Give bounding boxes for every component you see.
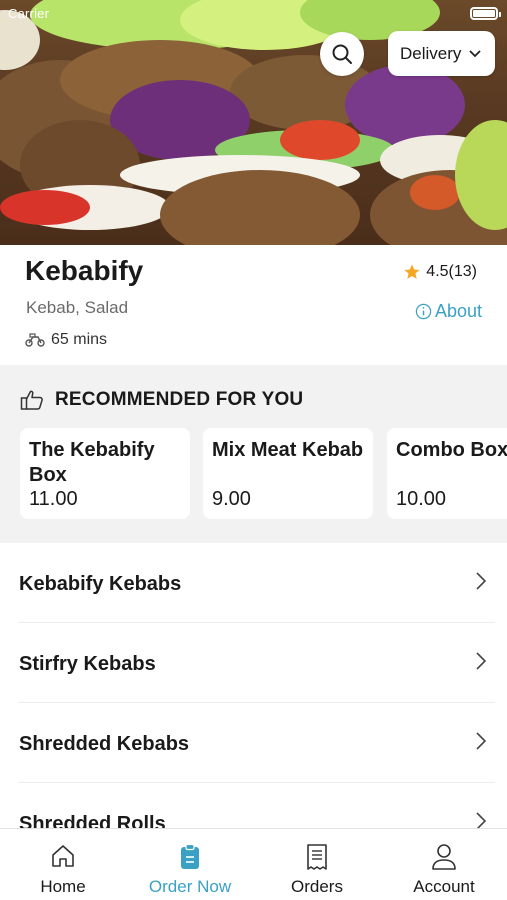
thumbs-up-icon: [20, 389, 44, 411]
tab-order-now[interactable]: Order Now: [127, 829, 253, 900]
tab-bar: Home Order Now Orders Account: [0, 828, 507, 900]
delivery-mode-dropdown[interactable]: Delivery: [388, 31, 495, 76]
rating-label: 4.5(13): [426, 263, 477, 280]
tab-orders[interactable]: Orders: [254, 829, 380, 900]
category-list: Kebabify Kebabs Stirfry Kebabs Shredded …: [0, 543, 507, 828]
recommended-item-price: 9.00: [212, 488, 251, 510]
tab-account[interactable]: Account: [381, 829, 507, 900]
status-bar: Carrier: [0, 0, 507, 28]
category-name: Shredded Rolls: [19, 813, 166, 828]
recommended-item-price: 11.00: [29, 488, 78, 510]
star-icon: [403, 263, 421, 281]
tab-orders-label: Orders: [291, 877, 343, 896]
delivery-time-label: 65 mins: [51, 331, 108, 348]
about-label: About: [434, 301, 482, 321]
recommended-item-name: Mix Meat Kebab: [212, 439, 364, 461]
info-icon: [415, 303, 432, 320]
home-icon: [50, 843, 76, 869]
restaurant-cuisine: Kebab, Salad: [26, 298, 129, 317]
tab-home-label: Home: [40, 877, 86, 896]
tab-order-now-label: Order Now: [148, 877, 232, 896]
recommended-card[interactable]: Combo Box 10.00: [387, 428, 507, 519]
search-icon: [331, 43, 353, 65]
rating: 4.5(13): [403, 263, 477, 281]
category-name: Kebabify Kebabs: [19, 573, 182, 595]
delivery-time: 65 mins: [25, 331, 107, 349]
receipt-icon: [305, 843, 329, 871]
battery-icon: [470, 7, 501, 20]
chevron-right-icon: [475, 811, 487, 828]
recommended-section: RECOMMENDED FOR YOU The Kebabify Box 11.…: [0, 365, 507, 543]
recommended-heading-label: RECOMMENDED FOR YOU: [55, 389, 304, 410]
carrier-label: Carrier: [8, 6, 50, 21]
chevron-down-icon: [469, 49, 482, 58]
restaurant-name: Kebabify: [25, 255, 144, 286]
recommended-item-name: The Kebabify Box: [29, 439, 155, 486]
category-name: Shredded Kebabs: [19, 733, 190, 755]
chevron-right-icon: [475, 651, 487, 671]
restaurant-info: Kebabify Kebab, Salad 65 mins 4.5(13) Ab…: [0, 245, 507, 365]
search-button[interactable]: [320, 32, 364, 76]
category-row[interactable]: Shredded Rolls: [0, 783, 507, 828]
user-icon: [431, 843, 457, 871]
delivery-mode-label: Delivery: [400, 43, 462, 63]
recommended-item-name: Combo Box: [396, 439, 507, 461]
tab-home[interactable]: Home: [0, 829, 126, 900]
category-name: Stirfry Kebabs: [19, 653, 156, 675]
category-row[interactable]: Stirfry Kebabs: [0, 623, 507, 703]
scooter-icon: [25, 333, 45, 347]
category-row[interactable]: Shredded Kebabs: [0, 703, 507, 783]
recommended-item-price: 10.00: [396, 488, 447, 510]
clipboard-icon: [178, 843, 202, 871]
category-row[interactable]: Kebabify Kebabs: [0, 543, 507, 623]
tab-account-label: Account: [413, 877, 475, 896]
about-link[interactable]: About: [415, 301, 482, 322]
recommended-card[interactable]: Mix Meat Kebab 9.00: [203, 428, 373, 519]
chevron-right-icon: [475, 731, 487, 751]
recommended-heading: RECOMMENDED FOR YOU: [20, 389, 303, 411]
recommended-card[interactable]: The Kebabify Box 11.00: [20, 428, 190, 519]
chevron-right-icon: [475, 571, 487, 591]
